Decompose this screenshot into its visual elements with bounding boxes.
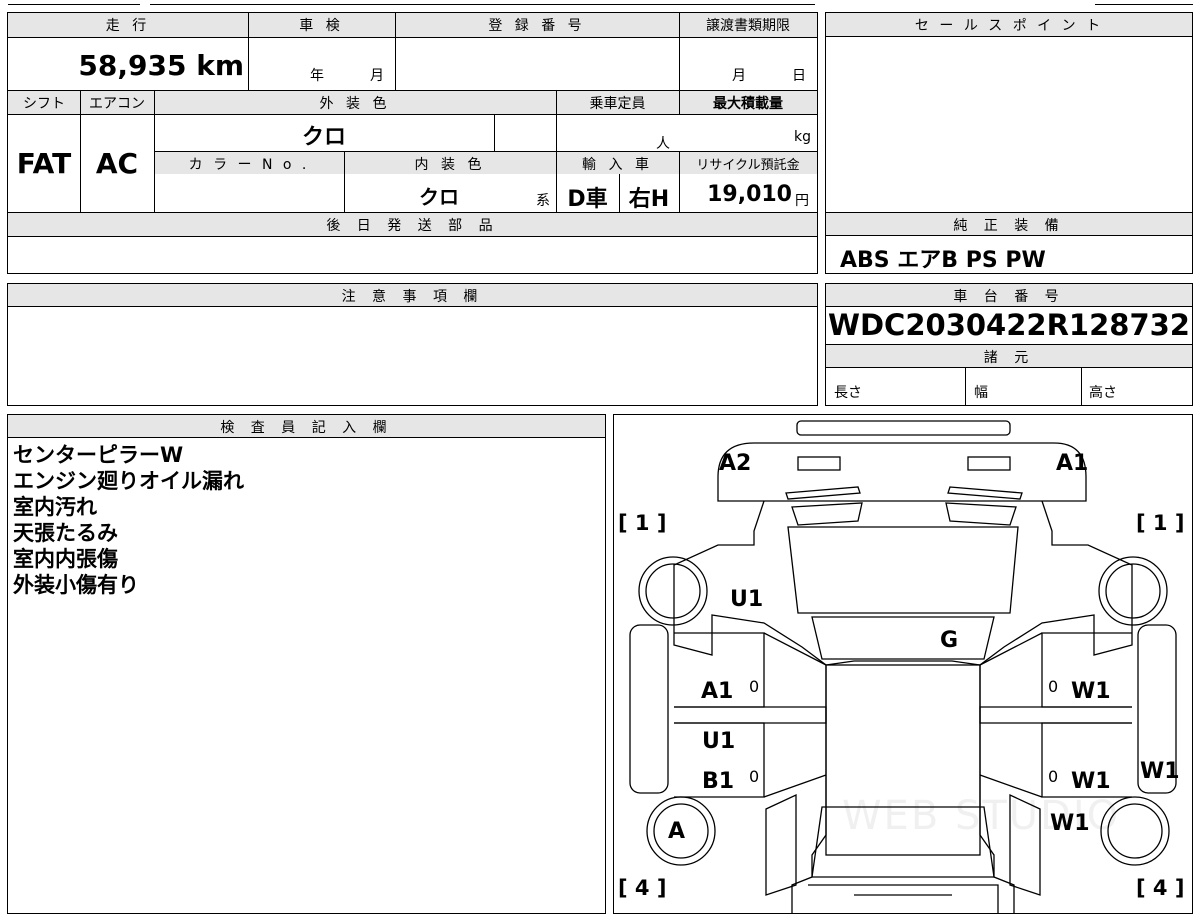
label-w1-side: W1 bbox=[1140, 759, 1180, 784]
spec-length: 長さ bbox=[834, 385, 862, 401]
mileage-value: 58,935 km bbox=[78, 49, 244, 82]
label-w1-right-2: W1 bbox=[1071, 769, 1111, 794]
vehicle-info-table: 走 行 車 検 登 録 番 号 譲渡書類期限 58,935 km 年 月 月 日… bbox=[7, 12, 818, 274]
capacity-unit: 人 bbox=[656, 136, 670, 152]
label-left-1: [ 1 ] bbox=[618, 511, 667, 535]
chassis-box: 車 台 番 号 WDC2030422R128732 諸 元 長さ 幅 高さ bbox=[825, 283, 1193, 406]
inspector-header: 検 査 員 記 入 欄 bbox=[220, 420, 393, 436]
inspector-note: 室内内張傷 bbox=[13, 547, 118, 571]
label-zero-1: 0 bbox=[749, 677, 760, 696]
label-right-4: [ 4 ] bbox=[1136, 876, 1185, 900]
inspector-note: センターピラーW bbox=[13, 443, 184, 467]
interior-color-value: クロ bbox=[419, 185, 459, 209]
import-header: 輸 入 車 bbox=[582, 157, 653, 173]
recycle-amount: 19,010 bbox=[707, 182, 792, 207]
car-damage-diagram: A2 A1 [ 1 ] [ 1 ] U1 G A1 0 U1 B1 0 0 W1… bbox=[613, 414, 1193, 914]
later-parts-header: 後 日 発 送 部 品 bbox=[326, 218, 499, 234]
label-a1-top: A1 bbox=[1056, 451, 1089, 476]
notes-header: 注 意 事 項 欄 bbox=[341, 289, 484, 305]
load-unit: kg bbox=[794, 129, 811, 145]
genuine-equipment-value: ABS エアB PS PW bbox=[840, 248, 1046, 273]
label-zero-2: 0 bbox=[749, 767, 760, 786]
label-u1-left: U1 bbox=[702, 729, 736, 754]
label-a1-left: A1 bbox=[701, 679, 734, 704]
label-a2: A2 bbox=[719, 451, 752, 476]
label-zero-3: 0 bbox=[1048, 677, 1059, 696]
chassis-header: 車 台 番 号 bbox=[953, 289, 1065, 305]
interior-suffix: 系 bbox=[536, 193, 550, 209]
spec-width: 幅 bbox=[974, 385, 988, 401]
interior-color-header: 内 装 色 bbox=[414, 157, 486, 173]
sales-point-header: セ ー ル ス ポ イ ン ト bbox=[914, 18, 1104, 34]
specs-header: 諸 元 bbox=[983, 350, 1035, 366]
exterior-color-header: 外 装 色 bbox=[319, 96, 391, 112]
label-left-4: [ 4 ] bbox=[618, 876, 667, 900]
recycle-header: リサイクル預託金 bbox=[696, 158, 800, 173]
inspector-notes-list: センターピラーW エンジン廻りオイル漏れ 室内汚れ 天張たるみ 室内内張傷 外装… bbox=[13, 442, 244, 598]
import-h-value: 右H bbox=[628, 187, 670, 212]
color-no-header: カ ラ ー N o . bbox=[188, 157, 310, 173]
registration-header: 登 録 番 号 bbox=[488, 18, 586, 34]
label-right-1: [ 1 ] bbox=[1136, 511, 1185, 535]
inspection-year-unit: 年 bbox=[310, 68, 324, 84]
inspector-box: 検 査 員 記 入 欄 センターピラーW エンジン廻りオイル漏れ 室内汚れ 天張… bbox=[7, 414, 606, 914]
inspector-note: 室内汚れ bbox=[13, 495, 97, 519]
max-load-header: 最大積載量 bbox=[713, 96, 783, 112]
inspector-note: 外装小傷有り bbox=[13, 573, 139, 597]
inspector-note: エンジン廻りオイル漏れ bbox=[13, 469, 244, 493]
label-b1-left: B1 bbox=[702, 769, 735, 794]
notes-box: 注 意 事 項 欄 bbox=[7, 283, 818, 406]
spec-height: 高さ bbox=[1089, 385, 1117, 401]
transfer-deadline-header: 譲渡書類期限 bbox=[706, 18, 790, 34]
inspection-month-unit: 月 bbox=[370, 68, 384, 84]
mileage-header: 走 行 bbox=[105, 18, 151, 34]
capacity-header: 乗車定員 bbox=[589, 96, 646, 112]
label-w1-right-1: W1 bbox=[1071, 679, 1111, 704]
label-u1-top: U1 bbox=[730, 587, 764, 612]
recycle-unit: 円 bbox=[795, 193, 809, 209]
watermark: WEB STUDIO bbox=[842, 793, 1121, 839]
chassis-number: WDC2030422R128732 bbox=[828, 308, 1190, 342]
label-g: G bbox=[940, 628, 959, 653]
inspection-header: 車 検 bbox=[299, 18, 344, 34]
inspector-note: 天張たるみ bbox=[13, 521, 118, 545]
label-zero-4: 0 bbox=[1048, 767, 1059, 786]
top-strip bbox=[0, 0, 1200, 6]
genuine-equipment-header: 純 正 装 備 bbox=[953, 218, 1065, 234]
label-a-circle: A bbox=[668, 819, 686, 844]
sales-point-box: セ ー ル ス ポ イ ン ト 純 正 装 備 ABS エアB PS PW bbox=[825, 12, 1193, 274]
aircon-value: AC bbox=[95, 147, 139, 180]
exterior-color-value: クロ bbox=[301, 125, 346, 150]
deadline-day-unit: 日 bbox=[792, 68, 806, 84]
import-d-value: D車 bbox=[567, 187, 608, 212]
aircon-header: エアコン bbox=[89, 96, 145, 112]
deadline-month-unit: 月 bbox=[732, 68, 746, 84]
shift-header: シフト bbox=[23, 96, 65, 112]
shift-value: FAT bbox=[16, 147, 72, 180]
